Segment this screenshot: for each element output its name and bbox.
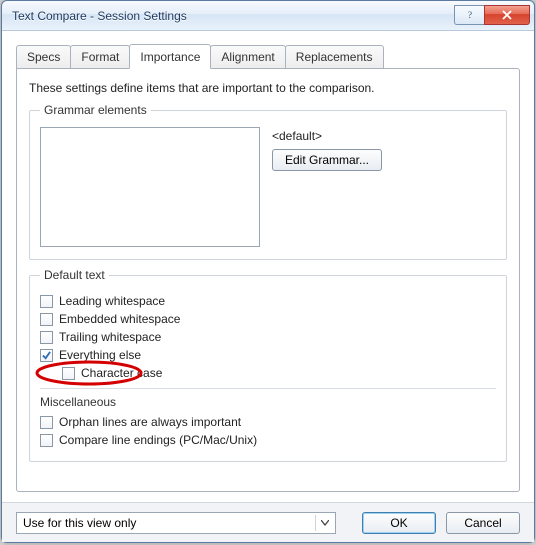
close-icon	[502, 10, 512, 20]
tab-importance[interactable]: Importance	[129, 44, 211, 69]
checkbox-icon	[62, 367, 75, 380]
tab-label: Specs	[27, 50, 60, 64]
grammar-group: Grammar elements <default> Edit Grammar.…	[29, 103, 507, 260]
tab-specs[interactable]: Specs	[16, 45, 71, 69]
checkbox-icon	[40, 331, 53, 344]
checkbox-compare-line-endings[interactable]: Compare line endings (PC/Mac/Unix)	[40, 431, 496, 449]
checkbox-trailing-whitespace[interactable]: Trailing whitespace	[40, 328, 496, 346]
checkbox-icon	[40, 416, 53, 429]
checkbox-embedded-whitespace[interactable]: Embedded whitespace	[40, 310, 496, 328]
checkbox-character-case[interactable]: Character case	[40, 364, 496, 382]
checkbox-label: Everything else	[59, 348, 141, 362]
scope-selected-value: Use for this view only	[23, 516, 136, 530]
default-text-group: Default text Leading whitespace Embedded…	[29, 268, 507, 462]
checkbox-icon	[40, 434, 53, 447]
checkbox-label: Trailing whitespace	[59, 330, 161, 344]
checkbox-label: Character case	[81, 366, 162, 380]
separator	[40, 388, 496, 389]
default-text-legend: Default text	[40, 268, 109, 282]
chevron-down-icon	[315, 515, 333, 531]
client-area: Specs Format Importance Alignment Replac…	[2, 31, 534, 502]
checkbox-leading-whitespace[interactable]: Leading whitespace	[40, 292, 496, 310]
cancel-button[interactable]: Cancel	[446, 512, 520, 534]
checkbox-icon	[40, 349, 53, 362]
checkbox-label: Compare line endings (PC/Mac/Unix)	[59, 433, 257, 447]
tab-label: Importance	[140, 50, 200, 64]
title-bar: Text Compare - Session Settings ?	[2, 1, 534, 31]
dialog-window: Text Compare - Session Settings ? Specs …	[1, 0, 535, 543]
checkbox-label: Embedded whitespace	[59, 312, 180, 326]
checkbox-label: Orphan lines are always important	[59, 415, 241, 429]
tab-label: Format	[81, 50, 119, 64]
checkbox-icon	[40, 295, 53, 308]
tab-panel-importance: These settings define items that are imp…	[16, 68, 520, 492]
tab-strip: Specs Format Importance Alignment Replac…	[16, 45, 520, 69]
tab-format[interactable]: Format	[70, 45, 130, 69]
grammar-listbox[interactable]	[40, 127, 260, 247]
window-title: Text Compare - Session Settings	[12, 9, 454, 23]
help-button[interactable]: ?	[454, 5, 484, 25]
tab-replacements[interactable]: Replacements	[285, 45, 384, 69]
ok-button[interactable]: OK	[362, 512, 436, 534]
checkbox-everything-else[interactable]: Everything else	[40, 346, 496, 364]
grammar-side: <default> Edit Grammar...	[272, 127, 382, 247]
panel-description: These settings define items that are imp…	[29, 81, 507, 95]
window-buttons: ?	[454, 6, 530, 26]
grammar-legend: Grammar elements	[40, 103, 151, 117]
checkbox-label: Leading whitespace	[59, 294, 165, 308]
misc-legend: Miscellaneous	[40, 395, 496, 409]
grammar-default-label: <default>	[272, 129, 382, 143]
svg-text:?: ?	[468, 10, 472, 20]
tab-label: Alignment	[221, 50, 274, 64]
tab-label: Replacements	[296, 50, 373, 64]
help-icon: ?	[465, 10, 475, 20]
dialog-footer: Use for this view only OK Cancel	[2, 502, 534, 542]
scope-dropdown[interactable]: Use for this view only	[16, 512, 336, 534]
checkbox-orphan-lines[interactable]: Orphan lines are always important	[40, 413, 496, 431]
grammar-row: <default> Edit Grammar...	[40, 127, 496, 247]
tab-alignment[interactable]: Alignment	[210, 45, 285, 69]
checkbox-icon	[40, 313, 53, 326]
edit-grammar-button[interactable]: Edit Grammar...	[272, 149, 382, 171]
close-button[interactable]	[484, 5, 530, 25]
